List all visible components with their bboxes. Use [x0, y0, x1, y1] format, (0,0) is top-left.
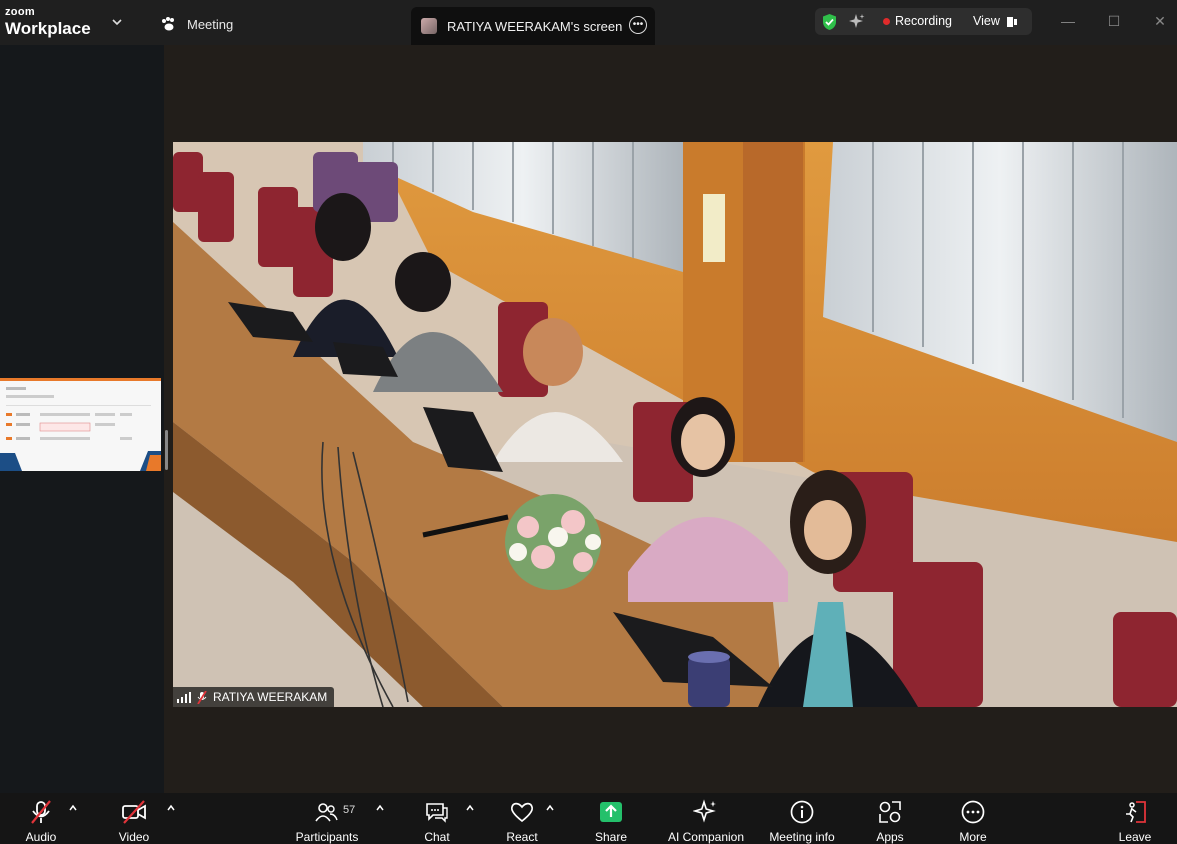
participants-count: 57	[343, 804, 356, 816]
tab-meeting[interactable]: Meeting	[160, 12, 233, 36]
react-label: React	[506, 830, 538, 844]
tab-shared-screen[interactable]: RATIYA WEERAKAM's screen •••	[411, 7, 655, 45]
leave-label: Leave	[1118, 830, 1152, 844]
paw-icon	[162, 17, 174, 31]
video-label: Video	[118, 830, 150, 844]
share-screen-icon	[600, 802, 622, 822]
view-layout-icon[interactable]	[1006, 16, 1018, 28]
video-button[interactable]: Video	[113, 799, 155, 844]
leave-button[interactable]: Leave	[1117, 799, 1153, 844]
video-options-chevron-icon[interactable]	[166, 803, 176, 813]
muted-mic-icon	[31, 800, 51, 824]
view-button[interactable]: View	[973, 14, 1000, 28]
react-options-chevron-icon[interactable]	[545, 803, 555, 813]
shared-document-preview	[0, 381, 161, 471]
more-button[interactable]: More	[955, 799, 991, 844]
more-icon	[961, 800, 985, 824]
meeting-controls-toolbar: Audio Video Participants 57 Chat React S…	[0, 793, 1177, 844]
participants-icon	[315, 803, 338, 822]
recording-status-pill: Recording View	[815, 8, 1032, 35]
brand-top: zoom	[5, 6, 35, 18]
chat-options-chevron-icon[interactable]	[465, 803, 475, 813]
minimize-button[interactable]: —	[1060, 13, 1076, 29]
video-off-icon	[122, 800, 146, 824]
tab-meeting-label: Meeting	[187, 16, 234, 32]
ai-sparkle-icon[interactable]	[848, 13, 866, 31]
info-icon	[790, 800, 814, 824]
participant-name-badge: RATIYA WEERAKAM	[173, 687, 335, 707]
apps-label: Apps	[876, 830, 904, 844]
participants-options-chevron-icon[interactable]	[375, 803, 385, 813]
avatar	[421, 18, 437, 34]
share-label: Share	[594, 830, 628, 844]
more-options-icon[interactable]: •••	[629, 16, 647, 34]
heart-icon	[510, 802, 534, 823]
chat-icon	[426, 803, 448, 823]
shield-check-icon[interactable]	[821, 13, 838, 31]
apps-button[interactable]: Apps	[873, 799, 907, 844]
meeting-info-button[interactable]: Meeting info	[766, 799, 838, 844]
shared-screen-thumbnail[interactable]	[0, 378, 161, 471]
ai-companion-label: AI Companion	[667, 830, 745, 844]
title-bar: zoom Workplace Meeting RATIYA WEERAKAM's…	[0, 0, 1177, 45]
share-button[interactable]: Share	[593, 799, 629, 844]
tab-screen-label: RATIYA WEERAKAM's screen	[447, 18, 623, 34]
ai-companion-button[interactable]: AI Companion	[666, 799, 746, 844]
audio-options-chevron-icon[interactable]	[68, 803, 78, 813]
recording-label[interactable]: Recording	[895, 14, 952, 28]
audio-button[interactable]: Audio	[21, 799, 61, 844]
close-button[interactable]: ✕	[1152, 13, 1168, 29]
apps-icon	[879, 801, 901, 823]
participants-label: Participants	[295, 830, 359, 844]
leave-door-icon	[1126, 801, 1146, 823]
ai-companion-sparkle-icon	[693, 799, 716, 823]
chat-label: Chat	[424, 830, 450, 844]
audio-label: Audio	[25, 830, 57, 844]
chat-button[interactable]: Chat	[420, 799, 454, 844]
muted-mic-icon	[197, 690, 207, 704]
video-frame-image	[173, 142, 1177, 707]
recording-dot-icon	[883, 18, 890, 25]
react-button[interactable]: React	[503, 799, 541, 844]
participant-video[interactable]	[173, 142, 1177, 707]
brand-bottom: Workplace	[5, 19, 91, 38]
more-label: More	[959, 830, 987, 844]
signal-strength-icon	[177, 691, 191, 703]
chevron-down-icon[interactable]	[110, 15, 124, 29]
participant-name: RATIYA WEERAKAM	[213, 690, 328, 704]
panel-resize-handle[interactable]	[165, 430, 168, 470]
maximize-button[interactable]: ☐	[1106, 13, 1122, 29]
meeting-info-label: Meeting info	[769, 830, 835, 844]
zoom-workplace-logo[interactable]: zoom Workplace	[5, 6, 91, 38]
